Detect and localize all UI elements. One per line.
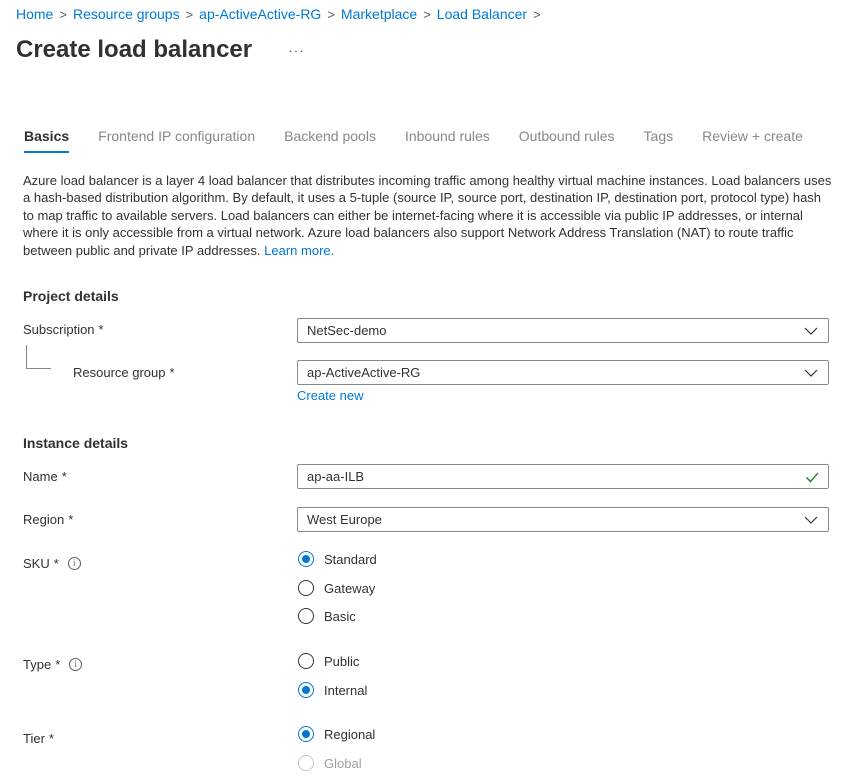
required-marker: * xyxy=(169,365,175,380)
type-label-text: Type xyxy=(23,657,52,672)
subscription-label: Subscription * xyxy=(23,322,104,337)
required-marker: * xyxy=(55,657,61,672)
name-input[interactable]: ap-aa-ILB xyxy=(297,464,829,489)
subscription-label-text: Subscription xyxy=(23,322,95,337)
chevron-down-icon xyxy=(804,516,818,524)
region-label: Region * xyxy=(23,512,73,527)
subscription-dropdown[interactable]: NetSec-demo xyxy=(297,318,829,343)
tier-label: Tier * xyxy=(23,731,54,746)
create-new-resource-group-link[interactable]: Create new xyxy=(297,388,363,403)
resource-group-label-text: Resource group xyxy=(73,365,166,380)
instance-details-heading: Instance details xyxy=(23,435,129,451)
required-marker: * xyxy=(53,556,59,571)
region-value: West Europe xyxy=(307,512,382,527)
more-options-icon[interactable]: ··· xyxy=(288,42,305,58)
radio-selected-icon xyxy=(298,551,314,567)
sku-option-gateway[interactable]: Gateway xyxy=(298,580,375,596)
resource-group-value: ap-ActiveActive-RG xyxy=(307,365,421,380)
sku-label-text: SKU xyxy=(23,556,50,571)
chevron-down-icon xyxy=(804,327,818,335)
sku-option-basic[interactable]: Basic xyxy=(298,608,356,624)
tier-option-global: Global xyxy=(298,755,362,771)
sku-option-standard[interactable]: Standard xyxy=(298,551,377,567)
radio-unselected-icon xyxy=(298,608,314,624)
resource-group-dropdown[interactable]: ap-ActiveActive-RG xyxy=(297,360,829,385)
name-label-text: Name xyxy=(23,469,58,484)
tab-frontend-ip-configuration[interactable]: Frontend IP configuration xyxy=(98,128,255,153)
subscription-value: NetSec-demo xyxy=(307,323,387,338)
radio-unselected-icon xyxy=(298,580,314,596)
radio-unselected-icon xyxy=(298,653,314,669)
required-marker: * xyxy=(48,731,54,746)
checkmark-icon xyxy=(806,472,819,482)
type-option-public[interactable]: Public xyxy=(298,653,359,669)
description-text: Azure load balancer is a layer 4 load ba… xyxy=(23,173,832,258)
region-dropdown[interactable]: West Europe xyxy=(297,507,829,532)
breadcrumb: Home > Resource groups > ap-ActiveActive-RG >… xyxy=(16,6,547,22)
name-label: Name * xyxy=(23,469,67,484)
type-option-internal[interactable]: Internal xyxy=(298,682,367,698)
tab-tags[interactable]: Tags xyxy=(644,128,674,153)
breadcrumb-resource-groups[interactable]: Resource groups xyxy=(73,6,180,22)
tier-label-text: Tier xyxy=(23,731,45,746)
sku-option-label: Gateway xyxy=(324,580,376,596)
breadcrumb-separator: > xyxy=(185,7,194,22)
tab-inbound-rules[interactable]: Inbound rules xyxy=(405,128,490,153)
tier-option-label: Regional xyxy=(324,726,376,742)
tab-basics[interactable]: Basics xyxy=(24,128,70,153)
radio-disabled-icon xyxy=(298,755,314,771)
learn-more-link[interactable]: Learn more. xyxy=(264,243,334,258)
radio-selected-icon xyxy=(298,682,314,698)
tab-backend-pools[interactable]: Backend pools xyxy=(284,128,376,153)
type-label: Type * i xyxy=(23,657,83,672)
tab-outbound-rules[interactable]: Outbound rules xyxy=(519,128,615,153)
breadcrumb-load-balancer[interactable]: Load Balancer xyxy=(437,6,527,22)
type-option-label: Public xyxy=(324,653,360,669)
chevron-down-icon xyxy=(804,369,818,377)
name-value: ap-aa-ILB xyxy=(307,469,365,484)
region-label-text: Region xyxy=(23,512,65,527)
tab-bar: Basics Frontend IP configuration Backend… xyxy=(24,128,832,153)
sku-option-label: Basic xyxy=(324,608,356,624)
breadcrumb-separator: > xyxy=(533,7,541,22)
tier-option-label: Global xyxy=(324,755,362,771)
info-icon[interactable]: i xyxy=(69,658,83,671)
tree-connector xyxy=(26,345,51,369)
sku-option-label: Standard xyxy=(324,551,377,567)
breadcrumb-separator: > xyxy=(327,7,335,22)
breadcrumb-separator: > xyxy=(59,7,67,22)
project-details-heading: Project details xyxy=(23,288,119,304)
required-marker: * xyxy=(61,469,67,484)
breadcrumb-separator: > xyxy=(423,7,431,22)
breadcrumb-marketplace[interactable]: Marketplace xyxy=(341,6,417,22)
page-title: Create load balancer xyxy=(16,36,253,63)
breadcrumb-resource-group[interactable]: ap-ActiveActive-RG xyxy=(199,6,321,22)
info-icon[interactable]: i xyxy=(67,557,81,570)
resource-group-label: Resource group * xyxy=(73,365,175,380)
tab-review-create[interactable]: Review + create xyxy=(702,128,803,153)
sku-label: SKU * i xyxy=(23,556,81,571)
type-option-label: Internal xyxy=(324,682,368,698)
description: Azure load balancer is a layer 4 load ba… xyxy=(23,172,835,259)
required-marker: * xyxy=(68,512,74,527)
breadcrumb-home[interactable]: Home xyxy=(16,6,53,22)
radio-selected-icon xyxy=(298,726,314,742)
required-marker: * xyxy=(98,322,104,337)
tier-option-regional[interactable]: Regional xyxy=(298,726,375,742)
